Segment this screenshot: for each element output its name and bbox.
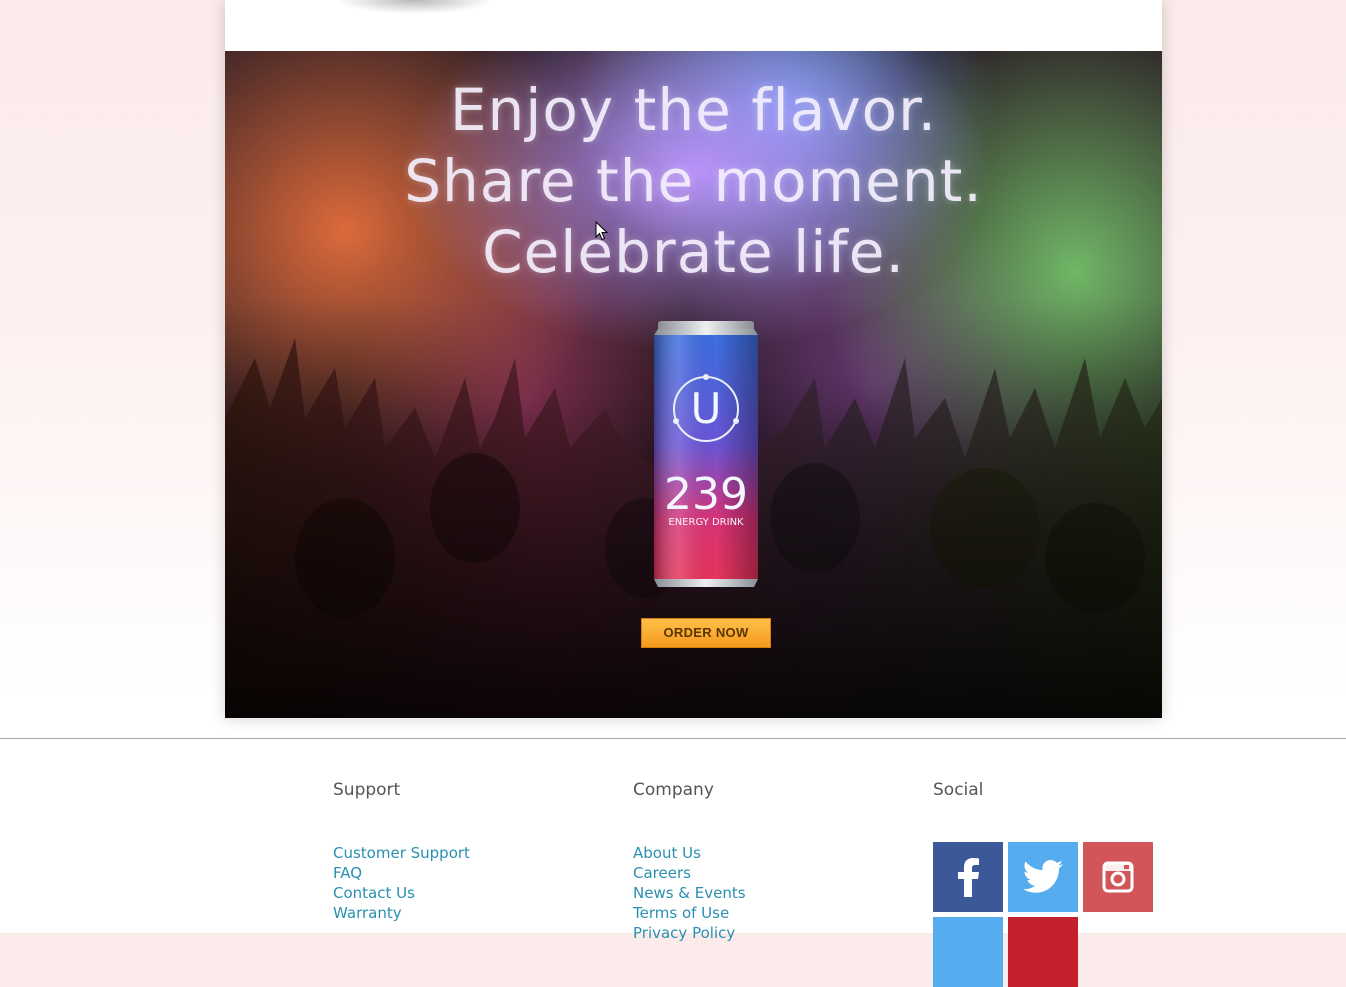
footer-link-careers[interactable]: Careers (633, 863, 746, 883)
footer-link-news-events[interactable]: News & Events (633, 883, 746, 903)
hero-banner: Enjoy the flavor. Share the moment. Cele… (225, 51, 1162, 718)
can-subtitle: ENERGY DRINK (668, 517, 744, 528)
page-container: Enjoy the flavor. Share the moment. Cele… (225, 0, 1162, 718)
twitter-icon (1023, 860, 1063, 893)
can-number: 239 (664, 469, 748, 520)
footer-link-privacy-policy[interactable]: Privacy Policy (633, 923, 746, 943)
footer-link-warranty[interactable]: Warranty (333, 903, 470, 923)
footer-heading-support: Support (333, 780, 401, 800)
facebook-icon (958, 858, 979, 897)
headline-line-1: Enjoy the flavor. (449, 76, 938, 144)
instagram-button[interactable] (1083, 842, 1153, 912)
social-tile-button[interactable] (933, 917, 1003, 987)
footer-column-company: Company About Us Careers News & Events T… (633, 780, 746, 942)
mouse-cursor-icon (595, 221, 609, 241)
footer-link-faq[interactable]: FAQ (333, 863, 470, 883)
facebook-button[interactable] (933, 842, 1003, 912)
footer-column-social: Social (933, 780, 1153, 987)
footer-divider (0, 738, 1346, 739)
can-brand-letter: U (691, 384, 722, 433)
energy-drink-can-image: U 239 ENERGY DRINK (654, 321, 758, 587)
twitter-button[interactable] (1008, 842, 1078, 912)
instagram-icon (1102, 861, 1134, 893)
social-tile-button[interactable] (1008, 917, 1078, 987)
footer-heading-company: Company (633, 780, 714, 800)
footer-link-about-us[interactable]: About Us (633, 843, 746, 863)
footer-column-support: Support Customer Support FAQ Contact Us … (333, 780, 470, 922)
footer-link-customer-support[interactable]: Customer Support (333, 843, 470, 863)
headline-line-2: Share the moment. (404, 147, 983, 215)
footer-heading-social: Social (933, 780, 984, 800)
headline-line-3: Celebrate life. (482, 218, 905, 286)
footer-link-contact-us[interactable]: Contact Us (333, 883, 470, 903)
logo-shadow (335, 0, 495, 14)
footer-link-terms-of-use[interactable]: Terms of Use (633, 903, 746, 923)
order-now-button[interactable]: ORDER NOW (641, 618, 771, 648)
